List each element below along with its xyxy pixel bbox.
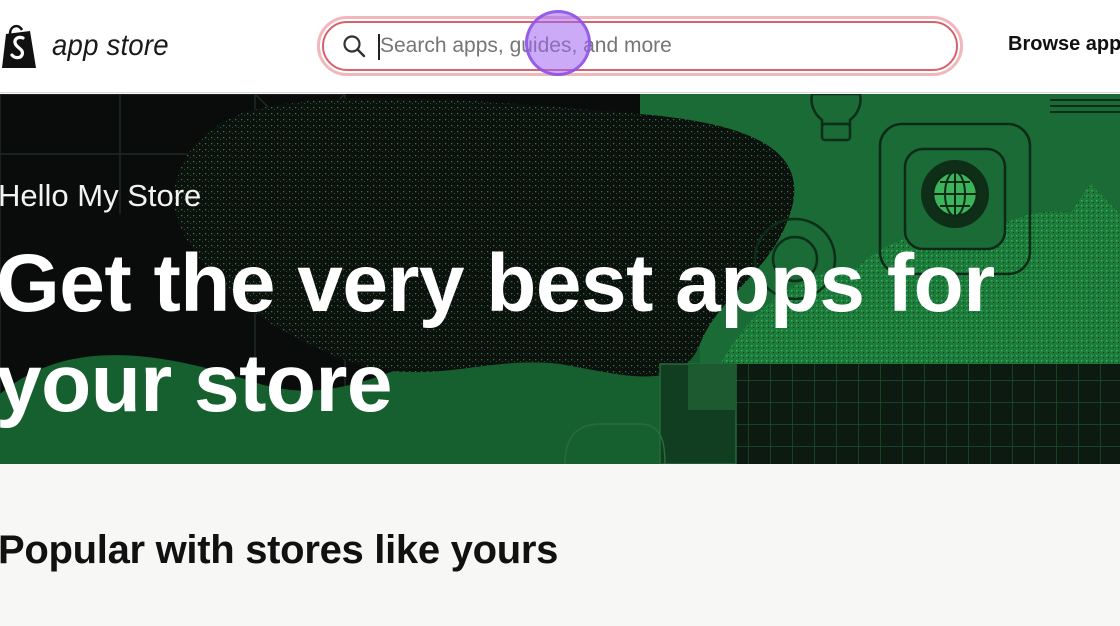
browse-apps-link[interactable]: Browse apps xyxy=(1008,33,1120,56)
hero-title: Get the very best apps for your store xyxy=(0,238,995,429)
search-box[interactable] xyxy=(317,16,963,76)
hero-greeting: Hello My Store xyxy=(0,178,202,213)
app-store-logo[interactable]: app store xyxy=(0,22,179,70)
popular-section-title: Popular with stores like yours xyxy=(0,528,559,572)
search-icon xyxy=(343,35,366,58)
logo-text: app store xyxy=(52,29,169,62)
hero-banner: Hello My Store Get the very best apps fo… xyxy=(0,94,1120,464)
search-input[interactable] xyxy=(380,19,920,73)
shopify-bag-icon xyxy=(2,24,36,68)
cursor-indicator xyxy=(525,10,591,76)
